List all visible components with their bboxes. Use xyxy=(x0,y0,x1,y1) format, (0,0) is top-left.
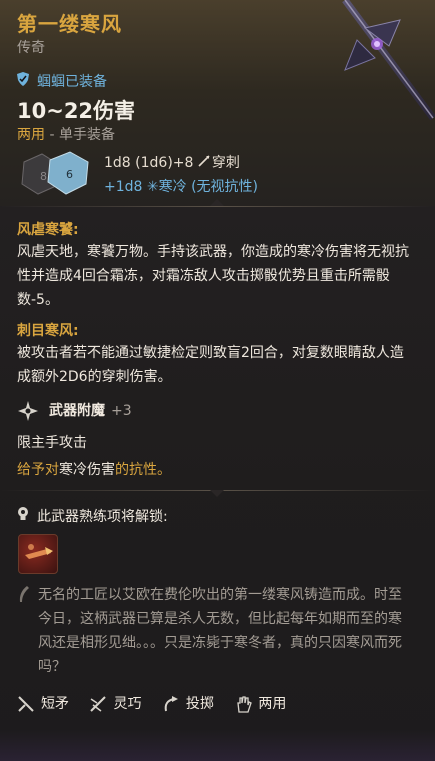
item-rarity: 传奇 xyxy=(17,40,45,56)
versatile-hand-icon xyxy=(234,695,253,713)
enchant-value: +3 xyxy=(111,403,132,419)
divider-notch xyxy=(210,490,224,497)
weapon-properties: 短矛 灵巧 投掷 两用 xyxy=(17,693,302,713)
die-d8-number: 8 xyxy=(40,170,47,183)
passive-text-2: 被攻击者若不能通过敏捷检定则致盲2回合，对复数眼睛敌人造成额外2D6的穿刺伤害。 xyxy=(17,345,404,385)
cold-resistance-text: 给予对寒冷伤害的抗性。 xyxy=(17,459,171,479)
damage-type-1: 穿刺 xyxy=(211,155,240,171)
equipped-status: 蝈蝈已装备 xyxy=(17,71,107,91)
weapon-spear-art xyxy=(342,0,435,120)
hand-type: 两用 - 单手装备 xyxy=(17,124,115,144)
hand-type-main: 两用 xyxy=(17,127,45,143)
enchant-star-icon xyxy=(17,400,39,422)
lore-text: 无名的工匠以艾欧在费伦吹出的第一缕寒风铸造而成。时至今日，这柄武器已算是杀人无数… xyxy=(38,587,402,675)
passive-title-1: 风虐寒饕: xyxy=(17,222,79,238)
resist-prefix: 给予对 xyxy=(17,462,59,478)
property-finesse: 灵巧 xyxy=(89,693,141,713)
item-tooltip: 第一缕寒风 传奇 蝈蝈已装备 10~22伤害 两用 - 单手装备 8 6 1d8… xyxy=(0,0,435,761)
equipped-shield-icon xyxy=(17,72,31,90)
property-label: 两用 xyxy=(258,696,287,712)
hand-type-sub: - 单手装备 xyxy=(45,127,115,143)
property-label: 投掷 xyxy=(185,696,214,712)
resist-suffix: 的抗性。 xyxy=(115,462,171,478)
divider-notch xyxy=(210,199,224,206)
property-label: 短矛 xyxy=(41,696,69,712)
unlock-label: 此武器熟练项将解锁: xyxy=(37,509,168,525)
pierce-icon xyxy=(198,155,212,171)
die-d6-number: 6 xyxy=(66,168,73,181)
finesse-icon xyxy=(89,695,107,713)
mainhand-only-text: 限主手攻击 xyxy=(17,435,87,451)
equipped-label: 蝈蝈已装备 xyxy=(37,74,107,90)
damage-range: 10~22伤害 xyxy=(17,99,136,123)
damage-dice-2: +1d8 xyxy=(104,179,143,195)
dice-icon: 8 6 xyxy=(21,151,89,195)
enchant-label: 武器附魔 xyxy=(49,403,105,419)
unlock-lightbulb-icon xyxy=(17,507,31,525)
damage-line-cold: +1d8 ✳寒冷 (无视抗性) xyxy=(104,176,258,196)
passive-text-1: 风虐天地，寒饕万物。手持该武器，你造成的寒冷伤害将无视抗性并造成4回合霜冻，对霜… xyxy=(17,244,409,308)
cold-snowflake-icon: ✳ xyxy=(146,179,159,195)
property-label: 灵巧 xyxy=(113,696,142,712)
proficiency-unlock: 此武器熟练项将解锁: xyxy=(17,506,168,526)
tooltip-footer xyxy=(0,730,435,761)
resist-type: 寒冷伤害 xyxy=(59,462,115,478)
damage-line-piercing: 1d8 (1d6)+8 穿刺 xyxy=(104,152,240,172)
thrown-icon xyxy=(162,695,180,713)
weapon-enchant: 武器附魔 +3 xyxy=(17,400,132,422)
lore-quill-icon xyxy=(19,586,29,602)
damage-type-2: 寒冷 (无视抗性) xyxy=(158,179,258,195)
property-spear: 短矛 xyxy=(17,693,69,713)
passive-title-2: 刺目寒风: xyxy=(17,323,79,339)
property-thrown: 投掷 xyxy=(162,693,214,713)
item-name: 第一缕寒风 xyxy=(17,12,122,36)
spear-icon xyxy=(17,695,35,713)
proficiency-action-icon[interactable] xyxy=(18,534,58,574)
property-versatile: 两用 xyxy=(234,693,286,713)
divider xyxy=(0,206,435,207)
damage-dice-1: 1d8 (1d6)+8 xyxy=(104,155,194,171)
